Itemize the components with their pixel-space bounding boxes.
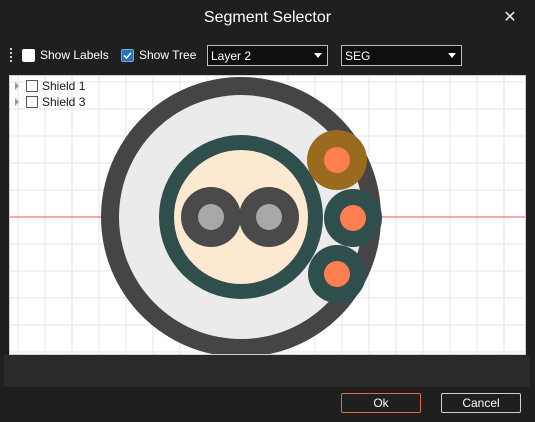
cable-diagram: [10, 76, 525, 354]
conductor-left-core: [198, 204, 224, 230]
show-labels-label: Show Labels: [40, 48, 109, 62]
tree-item-shield-1[interactable]: Shield 1: [15, 78, 85, 94]
show-labels-checkbox[interactable]: Show Labels: [22, 48, 109, 62]
show-tree-label: Show Tree: [139, 48, 197, 62]
expand-arrow-icon[interactable]: [15, 98, 19, 106]
ok-button[interactable]: Ok: [341, 393, 421, 413]
tree-item-checkbox[interactable]: [26, 96, 38, 108]
segment-tree: Shield 1 Shield 3: [15, 78, 85, 110]
toolbar-grip-icon[interactable]: [9, 48, 13, 64]
layer-select[interactable]: Layer 2: [207, 45, 328, 66]
cable-cross-section-canvas[interactable]: Shield 1 Shield 3: [9, 75, 526, 355]
tree-item-checkbox[interactable]: [26, 80, 38, 92]
layer-select-value: Layer 2: [211, 48, 252, 63]
show-tree-checkbox-box[interactable]: [121, 48, 134, 62]
chevron-down-icon: [448, 53, 456, 58]
tree-item-label: Shield 1: [42, 79, 86, 93]
expand-arrow-icon[interactable]: [15, 82, 19, 90]
show-tree-checkbox[interactable]: Show Tree: [121, 48, 196, 62]
tree-item-shield-3[interactable]: Shield 3: [15, 94, 85, 110]
segment-select[interactable]: SEG: [341, 45, 462, 66]
shield-2-core: [324, 261, 350, 287]
chevron-down-icon: [314, 53, 322, 58]
close-icon[interactable]: ✕: [499, 6, 521, 28]
title-bar: Segment Selector ✕: [0, 0, 535, 36]
window-title: Segment Selector: [203, 9, 332, 26]
conductor-right-core: [256, 204, 282, 230]
brown-conductor-core: [324, 147, 350, 173]
tree-item-label: Shield 3: [42, 95, 86, 109]
cancel-button[interactable]: Cancel: [441, 393, 521, 413]
show-labels-checkbox-box[interactable]: [22, 48, 35, 62]
shield-3-core: [340, 205, 366, 231]
toolbar: Show Labels Show Tree Layer 2 SEG: [0, 42, 535, 70]
status-strip: [4, 355, 530, 387]
segment-select-value: SEG: [345, 48, 371, 63]
